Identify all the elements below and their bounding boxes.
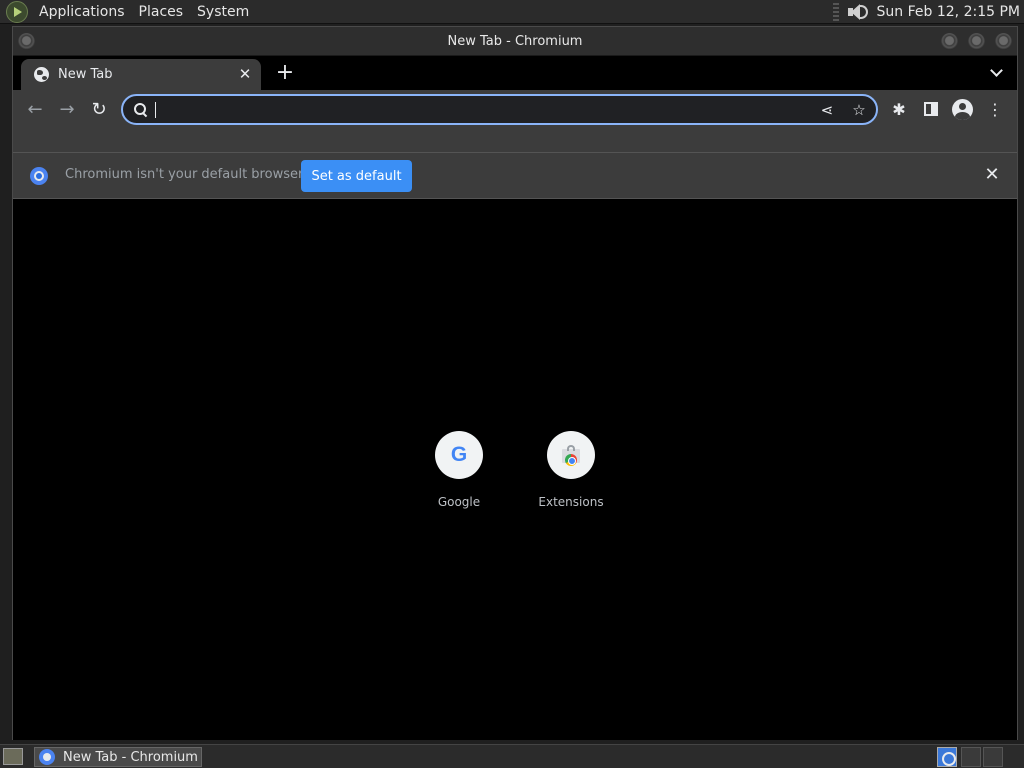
window-menu-icon[interactable] <box>18 33 35 50</box>
taskbar-item-label: New Tab - Chromium <box>63 749 198 765</box>
profile-avatar-icon[interactable] <box>952 99 973 120</box>
address-bar[interactable]: ⋖ ☆ <box>121 94 878 125</box>
taskbar-item-chromium[interactable]: New Tab - Chromium <box>34 747 202 767</box>
new-tab-page: G Google Extensions <box>13 205 1017 740</box>
web-store-icon <box>562 445 580 466</box>
workspace-switcher-1[interactable] <box>961 747 981 767</box>
tab-close-icon[interactable]: ✕ <box>237 66 253 82</box>
tab-search-chevron-icon[interactable] <box>989 64 1005 80</box>
chromium-icon <box>39 749 55 765</box>
shortcut-tile[interactable] <box>547 431 595 479</box>
browser-toolbar: ← → ↻ ⋖ ☆ ✱ ⋮ <box>13 90 1017 130</box>
text-caret <box>155 102 156 118</box>
menu-system[interactable]: System <box>190 4 256 20</box>
globe-icon <box>34 67 49 82</box>
extensions-puzzle-icon[interactable]: ✱ <box>887 98 911 122</box>
bookmarks-area <box>13 130 1017 153</box>
shortcut-google[interactable]: G Google <box>409 431 509 521</box>
share-icon[interactable]: ⋖ <box>818 101 836 119</box>
infobar-close-icon[interactable]: ✕ <box>983 166 1001 184</box>
tab-strip: New Tab ✕ + <box>13 56 1017 90</box>
workspace-switcher-2[interactable] <box>983 747 1003 767</box>
window-titlebar[interactable]: New Tab - Chromium <box>13 27 1017 56</box>
bottom-taskbar: New Tab - Chromium <box>0 744 1024 768</box>
top-panel: Applications Places System Sun Feb 12, 2… <box>0 0 1024 24</box>
bookmark-star-icon[interactable]: ☆ <box>850 101 868 119</box>
maximize-icon[interactable] <box>968 33 985 50</box>
google-icon: G <box>450 443 468 466</box>
chromium-icon <box>30 167 48 185</box>
set-as-default-button[interactable]: Set as default <box>301 160 412 192</box>
address-input[interactable] <box>153 99 803 120</box>
window-title: New Tab - Chromium <box>447 33 583 49</box>
tab-new-tab[interactable]: New Tab ✕ <box>21 59 261 90</box>
close-window-icon[interactable] <box>995 33 1012 50</box>
tab-label: New Tab <box>58 67 113 82</box>
search-icon <box>134 103 147 116</box>
desktop: Applications Places System Sun Feb 12, 2… <box>0 0 1024 768</box>
show-desktop-icon[interactable] <box>3 748 23 765</box>
distro-logo-icon[interactable] <box>6 0 28 23</box>
new-tab-button[interactable]: + <box>273 62 297 86</box>
more-menu-icon[interactable]: ⋮ <box>983 98 1007 122</box>
back-button[interactable]: ← <box>23 98 47 122</box>
shortcut-label: Extensions <box>538 495 604 509</box>
chromium-tray-icon[interactable] <box>937 747 957 767</box>
reload-button[interactable]: ↻ <box>87 98 111 122</box>
default-browser-infobar: Chromium isn't your default browser Set … <box>13 153 1017 199</box>
panel-tray: Sun Feb 12, 2:15 PM <box>832 2 1024 22</box>
volume-icon[interactable] <box>845 2 868 22</box>
shortcut-extensions[interactable]: Extensions <box>521 431 621 521</box>
panel-clock[interactable]: Sun Feb 12, 2:15 PM <box>877 4 1020 20</box>
menu-places[interactable]: Places <box>132 4 191 20</box>
side-panel-icon[interactable] <box>924 102 938 116</box>
menu-applications[interactable]: Applications <box>32 4 132 20</box>
infobar-message: Chromium isn't your default browser <box>65 167 304 182</box>
forward-button[interactable]: → <box>55 98 79 122</box>
panel-grip-icon <box>832 2 839 21</box>
shortcut-tile[interactable]: G <box>435 431 483 479</box>
minimize-icon[interactable] <box>941 33 958 50</box>
browser-window: New Tab - Chromium New Tab ✕ + ← → ↻ ⋖ ☆… <box>12 26 1018 740</box>
shortcut-label: Google <box>437 495 481 509</box>
